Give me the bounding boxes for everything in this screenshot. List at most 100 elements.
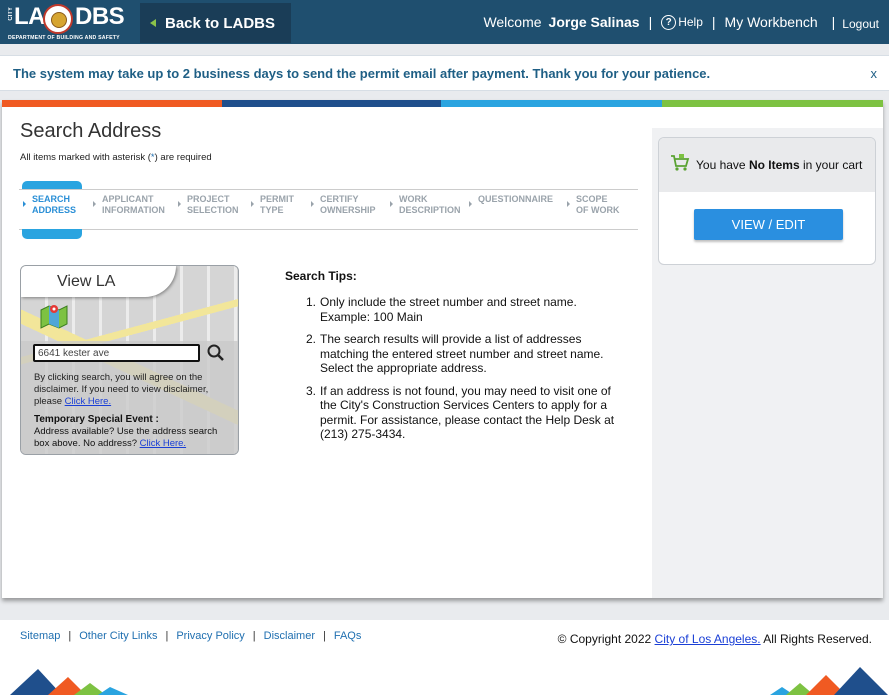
step-label-line1: QUESTIONNAIRE [478, 194, 554, 204]
copyright-text: © Copyright 2022 City of Los Angeles. Al… [558, 632, 872, 646]
step-label-line2: SELECTION [187, 205, 239, 215]
footer-separator: | [165, 630, 169, 642]
step-label-line2: ADDRESS [32, 205, 77, 215]
required-note: All items marked with asterisk (*) are r… [20, 152, 212, 163]
required-suffix: ) are required [154, 152, 212, 163]
step-label-line1: APPLICANT [102, 194, 154, 204]
welcome-text: Welcome [483, 14, 542, 30]
footer-separator: | [323, 630, 326, 642]
cart-suffix: in your cart [799, 158, 863, 172]
map-icon [40, 305, 68, 329]
search-icon[interactable] [204, 343, 228, 363]
notice-message: The system may take up to 2 business day… [13, 66, 711, 81]
decorative-mountains-right-icon [770, 667, 888, 695]
color-stripe-navy [222, 100, 441, 107]
step-label-line2: INFORMATION [102, 205, 165, 215]
view-la-widget: View LA By clicking search, you will agr… [20, 265, 239, 455]
search-tips-list: 1. Only include the street number and st… [302, 295, 622, 450]
tip-text: The search results will provide a list o… [320, 332, 604, 375]
step-label-line1: SCOPE [576, 194, 608, 204]
back-arrow-icon [150, 19, 156, 27]
step-scope-of-work[interactable]: SCOPE OF WORK [566, 190, 636, 231]
nav-separator: | [648, 14, 653, 30]
address-search-input[interactable] [33, 344, 200, 362]
decorative-mountains-left-icon [10, 669, 128, 695]
temporary-special-event: Temporary Special Event : Address availa… [34, 414, 234, 450]
step-project-selection[interactable]: PROJECT SELECTION [177, 190, 250, 231]
footer-link-sitemap[interactable]: Sitemap [20, 630, 60, 642]
view-la-title: View LA [57, 273, 116, 290]
my-workbench-link[interactable]: My Workbench [725, 14, 818, 30]
shopping-cart-icon [671, 154, 690, 171]
step-label-line1: PROJECT [187, 194, 230, 204]
footer-separator: | [252, 630, 256, 642]
step-label-line2: TYPE [260, 205, 284, 215]
step-work-description[interactable]: WORK DESCRIPTION [389, 190, 468, 231]
tip-text: Only include the street number and stree… [320, 295, 577, 324]
back-to-ladbs-button[interactable]: Back to LADBS [140, 3, 291, 43]
help-icon: ? [661, 14, 677, 30]
footer-link-faqs[interactable]: FAQs [334, 630, 362, 642]
event-body: Address available? Use the address searc… [34, 426, 218, 449]
city-of-la-link[interactable]: City of Los Angeles. [655, 632, 761, 646]
footer-separator: | [68, 630, 72, 642]
color-stripe-green [662, 100, 883, 107]
city-seal-icon [43, 4, 73, 34]
tip-number: 1. [306, 295, 317, 309]
user-name: Jorge Salinas [548, 14, 640, 30]
cart-header: You have No Items in your cart [659, 138, 875, 192]
search-tip-item: 1. Only include the street number and st… [302, 295, 622, 324]
search-tips-title: Search Tips: [285, 269, 357, 283]
cart-prefix: You have [696, 158, 749, 172]
tip-number: 3. [306, 383, 317, 398]
logout-link[interactable]: Logout [842, 17, 879, 31]
footer-link-other-city-links[interactable]: Other City Links [79, 630, 157, 642]
view-la-title-card: View LA [21, 266, 176, 297]
view-edit-cart-button[interactable]: VIEW / EDIT [694, 209, 843, 240]
main-panel: Search Address All items marked with ast… [2, 100, 883, 598]
required-prefix: All items marked with asterisk ( [20, 152, 151, 163]
ladbs-logo[interactable]: CITY LA DBS DEPARTMENT OF BUILDING AND SA… [6, 3, 126, 41]
header-user-nav: Welcome Jorge Salinas | ? Help | My Work… [483, 0, 889, 44]
footer-link-disclaimer[interactable]: Disclaimer [264, 630, 315, 642]
step-label-line1: WORK [399, 194, 428, 204]
step-search-address[interactable]: SEARCH ADDRESS [22, 190, 82, 231]
notice-banner: The system may take up to 2 business day… [0, 55, 889, 91]
tip-number: 2. [306, 332, 317, 346]
step-label-line2: DESCRIPTION [399, 205, 461, 215]
step-label-line1: SEARCH [32, 194, 71, 204]
event-link[interactable]: Click Here. [140, 438, 186, 449]
footer-link-privacy-policy[interactable]: Privacy Policy [176, 630, 244, 642]
step-permit-type[interactable]: PERMIT TYPE [250, 190, 310, 231]
step-questionnaire[interactable]: QUESTIONNAIRE [468, 190, 566, 231]
nav-separator: | [711, 14, 716, 30]
help-link[interactable]: ? Help [661, 14, 703, 30]
disclaimer-link[interactable]: Click Here. [65, 396, 111, 407]
active-step-tab-bottom [22, 229, 82, 239]
disclaimer-text: By clicking search, you will agree on th… [34, 372, 234, 408]
help-label: Help [678, 15, 703, 29]
nav-separator: | [831, 14, 836, 30]
step-label-line2: OF WORK [576, 205, 620, 215]
footer: Sitemap | Other City Links | Privacy Policy |… [0, 620, 889, 695]
cart-count: No Items [748, 158, 800, 172]
search-tip-item: 2. The search results will provide a lis… [302, 332, 622, 376]
step-certify-ownership[interactable]: CERTIFY OWNERSHIP [310, 190, 389, 231]
tip-text: If an address is not found, you may need… [320, 383, 615, 442]
step-applicant-information[interactable]: APPLICANT INFORMATION [92, 190, 177, 231]
step-progress-bar: SEARCH ADDRESS APPLICANT INFORMATION PRO… [19, 189, 638, 231]
notice-close-button[interactable]: x [871, 66, 878, 81]
footer-links: Sitemap | Other City Links | Privacy Policy |… [20, 630, 361, 642]
copyright-suffix: All Rights Reserved. [760, 632, 872, 646]
copyright-prefix: © Copyright 2022 [557, 632, 655, 646]
cart-box: You have No Items in your cart VIEW / ED… [658, 137, 876, 265]
color-stripe-sky [441, 100, 662, 107]
event-title: Temporary Special Event : [34, 414, 159, 425]
page-title: Search Address [20, 120, 162, 142]
logo-department-text: DEPARTMENT OF BUILDING AND SAFETY [8, 35, 120, 41]
step-label-line2: OWNERSHIP [320, 205, 376, 215]
color-stripe-orange [2, 100, 222, 107]
cart-status: You have No Items in your cart [696, 158, 862, 172]
back-to-ladbs-label: Back to LADBS [165, 14, 276, 32]
disclaimer-body: By clicking search, you will agree on th… [34, 372, 209, 407]
